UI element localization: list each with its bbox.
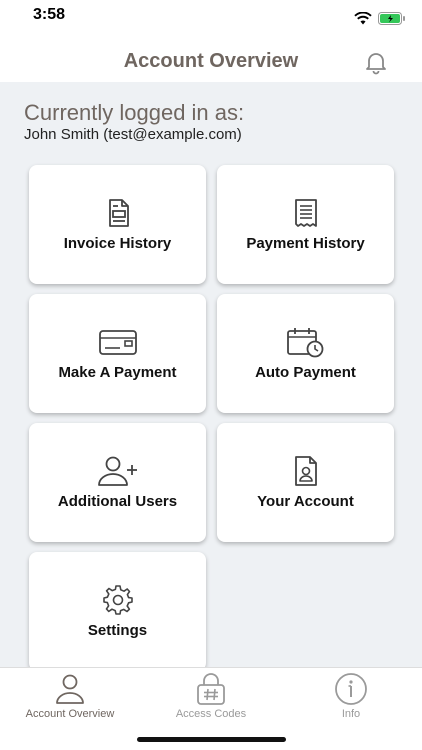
tab-label: Access Codes	[175, 708, 247, 720]
make-a-payment-card[interactable]: Make A Payment	[29, 294, 206, 413]
payment-history-card[interactable]: Payment History	[217, 165, 394, 284]
card-label: Payment History	[246, 235, 365, 252]
card-label: Invoice History	[63, 235, 172, 252]
status-time: 3:58	[33, 6, 66, 23]
main-content: Currently logged in as: John Smith (test…	[0, 82, 422, 667]
lock-hash-icon	[197, 673, 225, 705]
add-user-icon	[97, 456, 137, 486]
user-icon	[56, 674, 84, 704]
auto-payment-card[interactable]: Auto Payment	[217, 294, 394, 413]
invoice-icon	[108, 199, 129, 227]
home-indicator	[137, 737, 286, 742]
card-label: Your Account	[257, 493, 354, 510]
receipt-icon	[294, 199, 317, 227]
account-file-icon	[294, 456, 317, 486]
additional-users-card[interactable]: Additional Users	[29, 423, 206, 542]
your-account-card[interactable]: Your Account	[217, 423, 394, 542]
status-bar: 3:58	[0, 0, 422, 40]
battery-icon	[378, 12, 405, 25]
nav-bar: Account Overview	[0, 40, 422, 82]
tab-info[interactable]: Info	[281, 672, 421, 720]
tab-account-overview[interactable]: Account Overview	[0, 672, 140, 720]
invoice-history-card[interactable]: Invoice History	[29, 165, 206, 284]
status-icons	[354, 12, 406, 25]
page-title: Account Overview	[123, 50, 299, 72]
credit-card-icon	[98, 330, 137, 355]
gear-icon	[102, 585, 133, 615]
bell-icon[interactable]	[362, 48, 390, 76]
tab-label: Account Overview	[25, 708, 115, 720]
card-label: Make A Payment	[58, 364, 177, 381]
calendar-clock-icon	[286, 328, 323, 358]
card-label: Additional Users	[57, 493, 178, 510]
wifi-icon	[354, 12, 372, 25]
card-label: Auto Payment	[255, 364, 356, 381]
logged-in-heading: Currently logged in as:	[24, 100, 245, 125]
logged-in-user: John Smith (test@example.com)	[24, 126, 242, 143]
tab-access-codes[interactable]: Access Codes	[141, 672, 281, 720]
settings-card[interactable]: Settings	[29, 552, 206, 667]
info-icon	[335, 673, 367, 705]
tab-label: Info	[341, 708, 361, 720]
card-label: Settings	[87, 622, 148, 639]
